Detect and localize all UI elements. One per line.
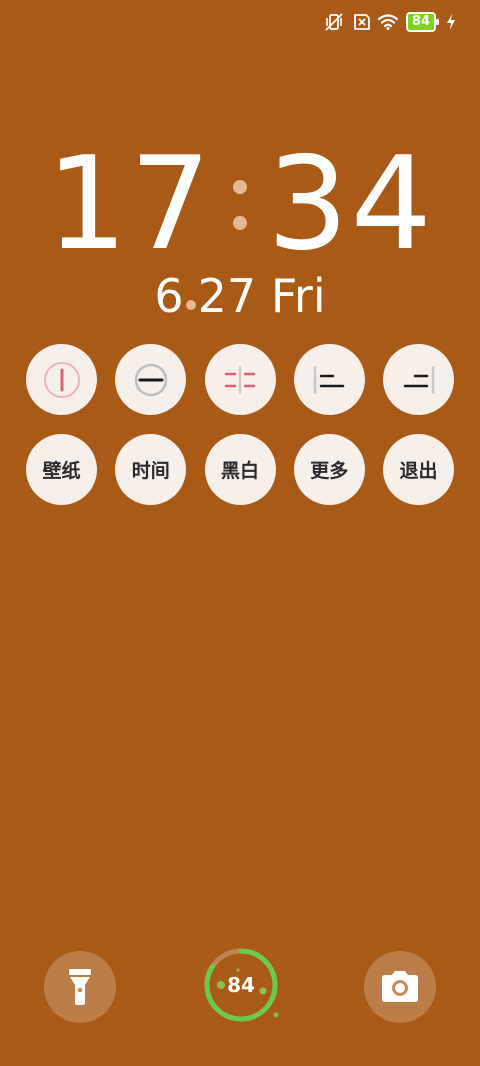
wallpaper-button[interactable]: 壁纸 — [26, 434, 97, 505]
more-button-label: 更多 — [310, 460, 349, 482]
flashlight-button[interactable] — [44, 951, 116, 1023]
clock-colon — [213, 140, 267, 270]
date-separator-dot — [185, 300, 196, 310]
more-button[interactable]: 更多 — [293, 434, 365, 505]
charging-bolt-icon — [446, 12, 456, 32]
clock-style-minus-icon — [134, 363, 167, 396]
clock-style-left-bar-button[interactable] — [293, 344, 365, 415]
time-button[interactable]: 时间 — [115, 434, 187, 505]
black-white-button[interactable]: 黑白 — [204, 434, 276, 505]
clock-hour: 17 — [46, 130, 213, 279]
battery-ring-value: 84 — [227, 973, 255, 997]
clock-style-split-icon — [224, 365, 256, 394]
action-row: 壁纸 时间 黑白 更多 退出 — [26, 434, 454, 505]
clock-style-right-bar-icon — [403, 365, 434, 394]
clock-style-right-bar-button[interactable] — [383, 344, 454, 415]
no-sim-icon — [352, 12, 370, 32]
clock-style-row — [26, 344, 454, 415]
clock-style-left-bar-icon — [314, 365, 345, 394]
camera-icon — [382, 971, 418, 1002]
battery-level: 84 — [411, 14, 430, 29]
date-day: 27 — [197, 269, 257, 323]
status-bar: 84 — [324, 10, 456, 34]
time-button-label: 时间 — [131, 460, 170, 482]
exit-button-label: 退出 — [399, 460, 438, 482]
date-month: 6 — [154, 269, 184, 323]
clock-style-ring-icon — [43, 361, 80, 398]
clock-style-split-button[interactable] — [204, 344, 276, 415]
clock-style-minus-button[interactable] — [115, 344, 187, 415]
wallpaper-button-label: 壁纸 — [42, 460, 81, 482]
camera-button[interactable] — [364, 951, 436, 1023]
clock-style-ring-button[interactable] — [26, 344, 97, 415]
lockscreen-clock: 17 34 — [0, 140, 480, 270]
flashlight-icon — [69, 969, 91, 1005]
vibrate-off-icon — [324, 12, 344, 32]
battery-icon: 84 — [405, 12, 440, 32]
date-weekday: Fri — [270, 269, 326, 323]
exit-button[interactable]: 退出 — [383, 434, 454, 505]
lockscreen-date: 6 27 Fri — [0, 268, 480, 324]
clock-minute: 34 — [267, 130, 434, 279]
black-white-button-label: 黑白 — [220, 460, 259, 482]
wifi-icon — [377, 12, 398, 32]
